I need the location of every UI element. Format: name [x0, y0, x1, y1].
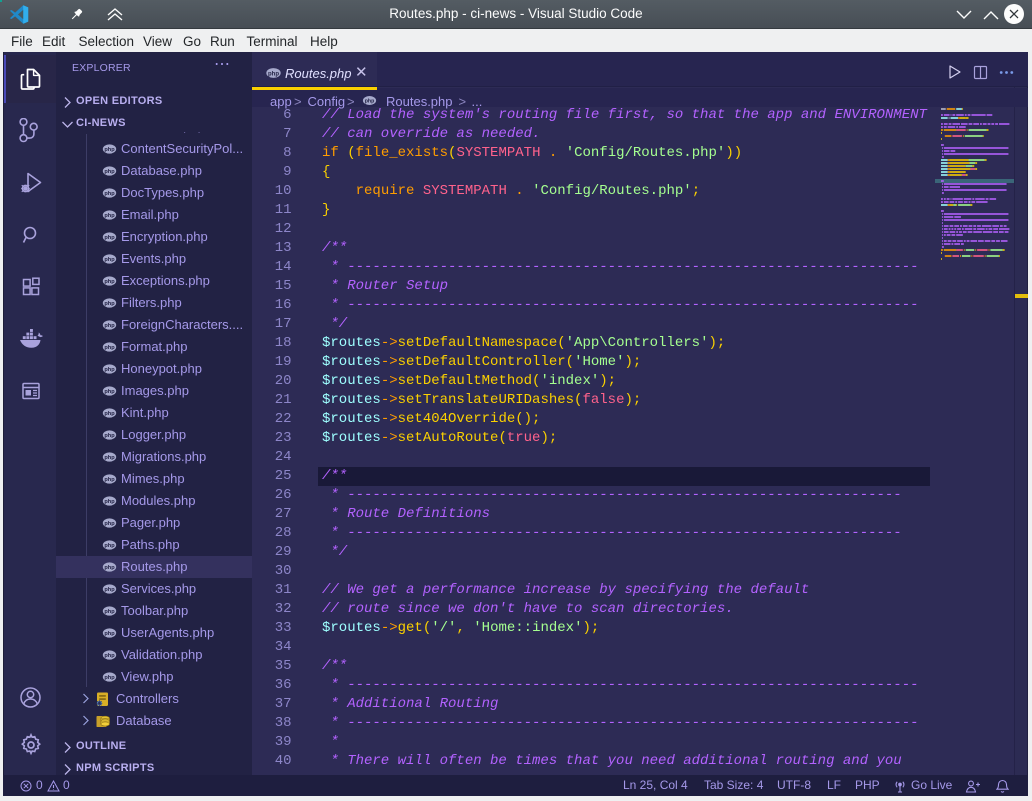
svg-text:php: php [104, 213, 115, 219]
svg-text:php: php [104, 345, 115, 351]
svg-text:php: php [104, 301, 115, 307]
svg-text:php: php [104, 675, 115, 681]
svg-text:php: php [104, 389, 115, 395]
svg-text:php: php [104, 477, 115, 483]
svg-text:php: php [104, 455, 115, 461]
svg-text:php: php [365, 99, 375, 105]
svg-text:php: php [104, 499, 115, 505]
svg-text:php: php [104, 279, 115, 285]
svg-text:php: php [104, 323, 115, 329]
svg-text:php: php [104, 147, 115, 153]
svg-text:php: php [104, 411, 115, 417]
svg-text:php: php [104, 543, 115, 549]
svg-text:php: php [104, 367, 115, 373]
svg-text:php: php [268, 71, 279, 77]
svg-text:php: php [104, 609, 115, 615]
svg-text:php: php [104, 235, 115, 241]
svg-text:php: php [104, 587, 115, 593]
svg-text:php: php [104, 169, 115, 175]
svg-text:php: php [104, 521, 115, 527]
svg-text:php: php [104, 653, 115, 659]
svg-text:php: php [104, 565, 115, 571]
svg-text:php: php [104, 191, 115, 197]
svg-text:php: php [104, 631, 115, 637]
svg-text:php: php [104, 433, 115, 439]
svg-text:php: php [104, 257, 115, 263]
